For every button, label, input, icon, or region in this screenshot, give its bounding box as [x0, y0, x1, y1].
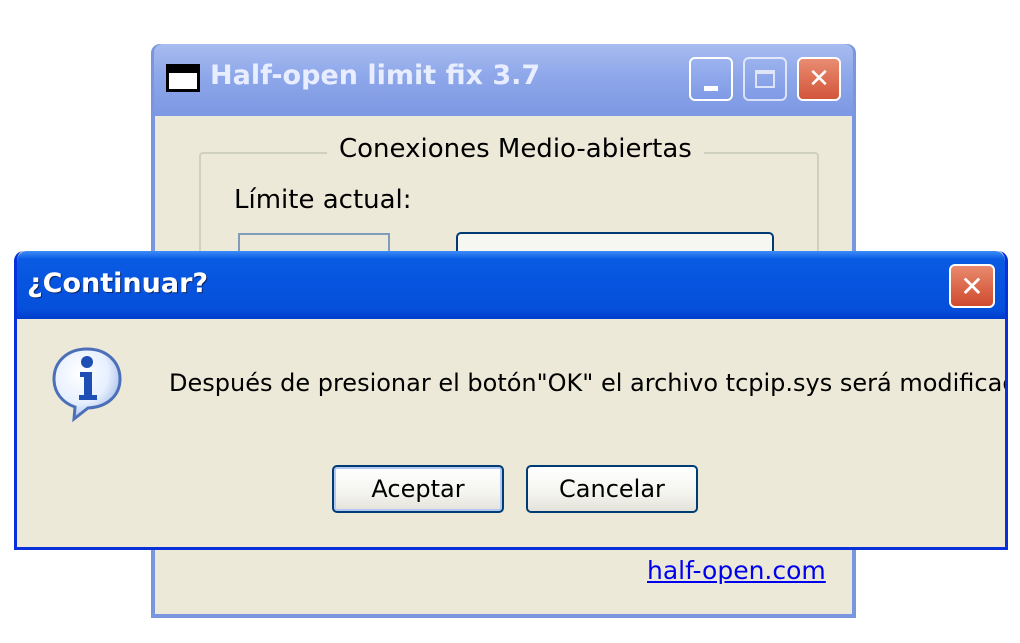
app-window-icon: [166, 64, 200, 92]
minimize-icon: [704, 85, 718, 91]
dialog-close-button[interactable]: ✕: [949, 264, 995, 308]
main-close-button[interactable]: ✕: [797, 57, 841, 101]
cancel-button[interactable]: Cancelar: [526, 465, 698, 513]
website-link[interactable]: half-open.com: [647, 556, 826, 585]
current-limit-label: Límite actual:: [234, 185, 412, 215]
dialog-message: Después de presionar el botón"OK" el arc…: [169, 369, 1008, 397]
close-icon: ✕: [960, 269, 984, 303]
minimize-button[interactable]: [689, 57, 733, 101]
info-icon: [52, 347, 122, 423]
maximize-button[interactable]: [743, 57, 787, 101]
dialog-title: ¿Continuar?: [27, 268, 209, 299]
groupbox-title: Conexiones Medio-abiertas: [327, 134, 704, 164]
main-window-title: Half-open limit fix 3.7: [210, 60, 541, 91]
confirm-dialog: ¿Continuar? ✕ Después de presionar el bo…: [14, 251, 1008, 550]
accept-button[interactable]: Aceptar: [332, 465, 504, 513]
dialog-titlebar[interactable]: ¿Continuar? ✕: [17, 251, 1005, 319]
close-icon: ✕: [808, 64, 830, 94]
maximize-icon: [755, 70, 775, 88]
main-titlebar[interactable]: Half-open limit fix 3.7 ✕: [154, 44, 853, 116]
